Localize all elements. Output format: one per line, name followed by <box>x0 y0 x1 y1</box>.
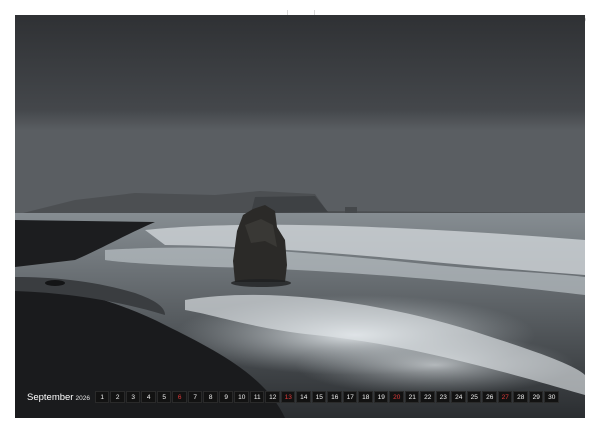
day-cell: 16 <box>327 391 342 403</box>
day-cell: 29 <box>528 391 544 403</box>
day-cell: 28 <box>513 391 528 403</box>
day-cell: 20 <box>389 391 404 403</box>
day-cell: 6 <box>172 391 187 403</box>
day-cell: 27 <box>497 391 513 403</box>
day-cell: 8 <box>203 391 218 403</box>
day-cell: 5 <box>156 391 172 403</box>
day-cell: 14 <box>296 391 311 403</box>
day-cell: 30 <box>544 391 559 403</box>
day-cell: 1 <box>94 391 110 403</box>
day-cell: 9 <box>218 391 234 403</box>
day-grid: 1 2 3 4 5 6 7 8 9 10 11 12 13 14 15 16 17 18 19 20 21 22 23 24 2… <box>94 391 559 403</box>
day-cell: 22 <box>420 391 435 403</box>
day-cell: 11 <box>249 391 265 403</box>
month-name: September <box>27 391 74 403</box>
day-cell: 12 <box>265 391 280 403</box>
seascape-image <box>15 15 585 418</box>
calendar-photo <box>15 15 585 418</box>
day-cell: 23 <box>435 391 451 403</box>
day-cell: 4 <box>141 391 156 403</box>
day-cell: 13 <box>280 391 296 403</box>
day-cell: 17 <box>342 391 358 403</box>
day-cell: 18 <box>358 391 373 403</box>
year-label: 2026 <box>75 394 90 402</box>
day-cell: 25 <box>466 391 482 403</box>
day-cell: 15 <box>311 391 327 403</box>
month-label: September 2026 <box>27 392 90 403</box>
day-cell: 26 <box>482 391 497 403</box>
day-cell: 24 <box>451 391 466 403</box>
day-cell: 10 <box>234 391 249 403</box>
calendar-strip: September 2026 1 2 3 4 5 6 7 8 9 10 11 12 13 14 15 16 17 1… <box>27 390 574 404</box>
day-cell: 7 <box>187 391 203 403</box>
day-cell: 19 <box>373 391 389 403</box>
day-cell: 2 <box>110 391 125 403</box>
day-cell: 3 <box>125 391 141 403</box>
day-cell: 21 <box>404 391 420 403</box>
